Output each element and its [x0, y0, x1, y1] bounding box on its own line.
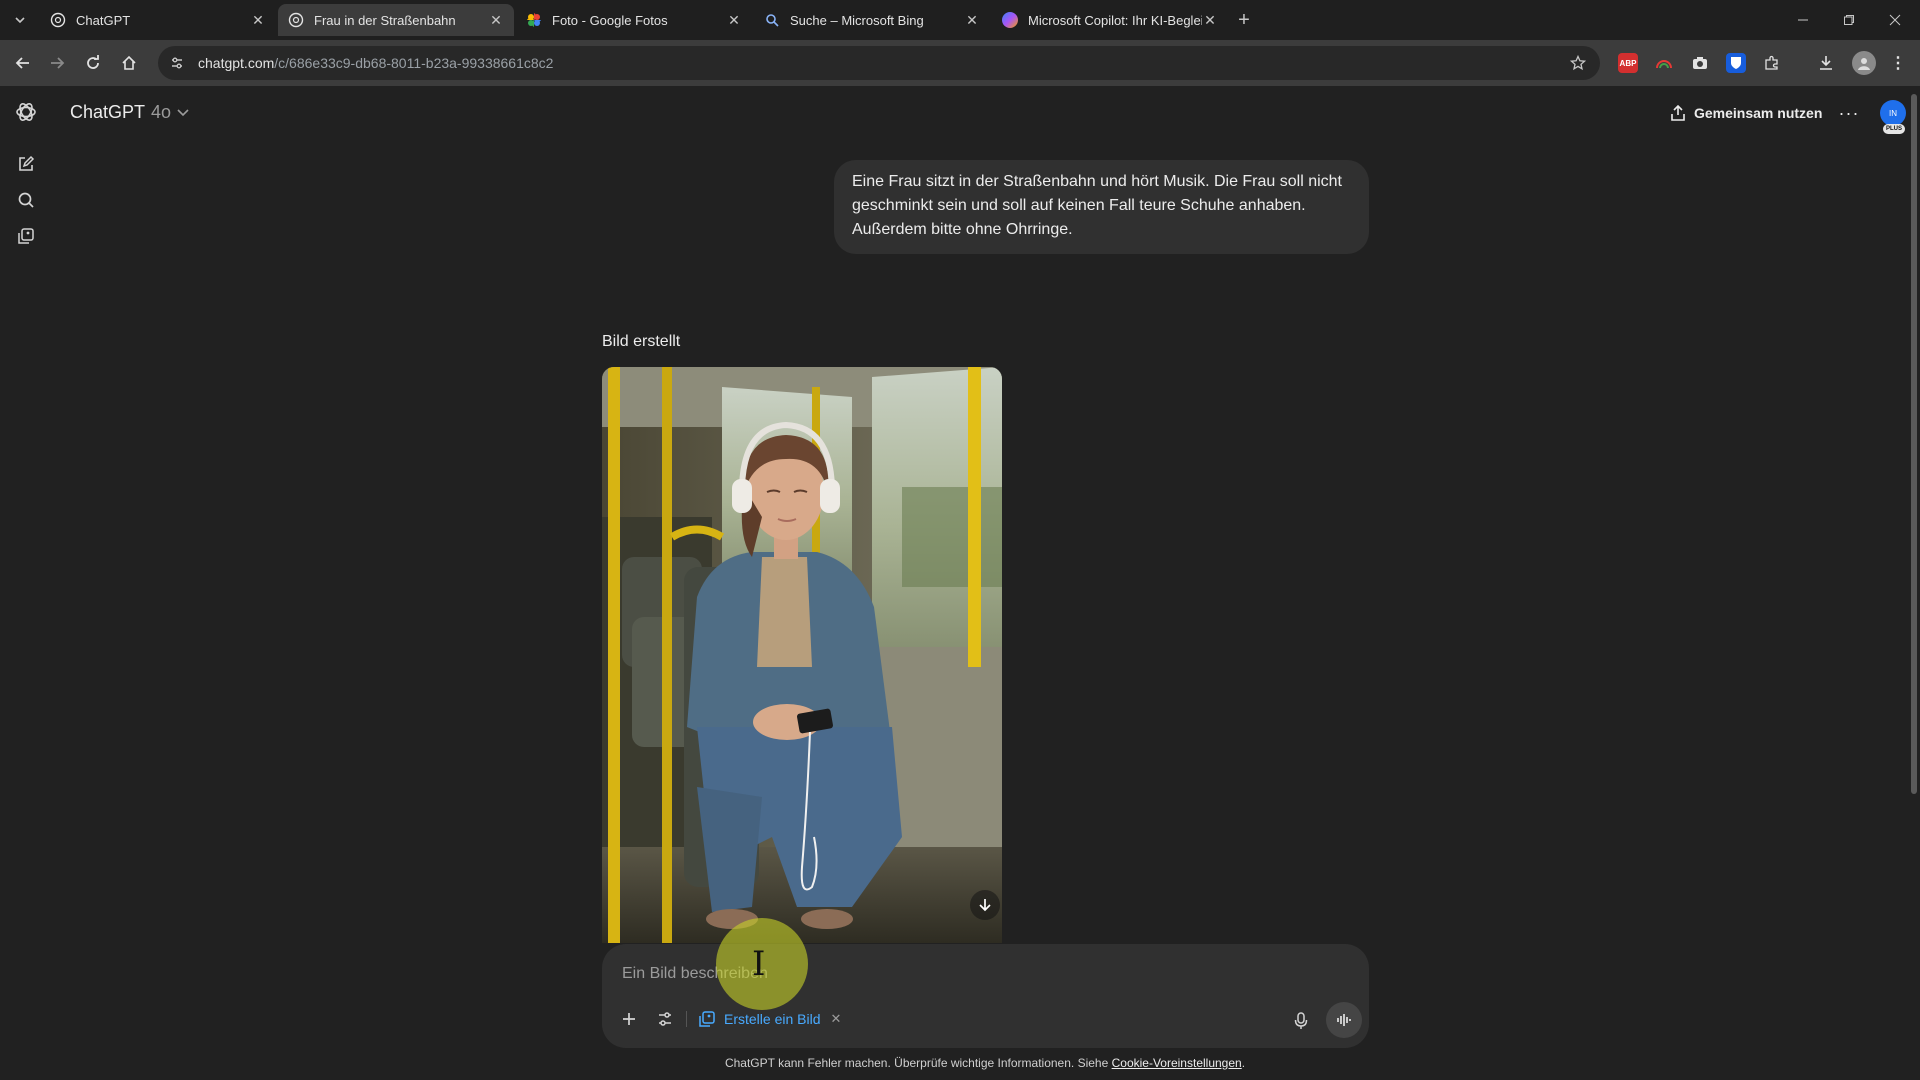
model-version: 4o — [151, 102, 172, 122]
home-icon[interactable] — [114, 48, 144, 78]
puzzle-icon[interactable] — [1762, 53, 1782, 73]
close-tab-icon[interactable]: ✕ — [250, 12, 266, 28]
minimize-window-icon[interactable] — [1780, 0, 1826, 40]
user-message-bubble: Eine Frau sitzt in der Straßenbahn und h… — [834, 160, 1369, 254]
tab-chatgpt[interactable]: ChatGPT ✕ — [40, 4, 276, 36]
tab-strip: ChatGPT ✕ Frau in der Straßenbahn ✕ Foto… — [0, 0, 1920, 40]
dictate-button[interactable] — [1286, 1006, 1316, 1036]
microphone-icon — [1294, 1012, 1308, 1029]
url-host: chatgpt.com — [198, 55, 275, 71]
openai-logo-icon[interactable] — [14, 100, 38, 124]
text-cursor-icon: I — [752, 944, 766, 984]
reload-icon[interactable] — [78, 48, 108, 78]
disclaimer-end: . — [1241, 1056, 1246, 1070]
share-label: Gemeinsam nutzen — [1694, 105, 1823, 121]
sidebar-rail — [0, 86, 52, 1080]
search-icon — [764, 12, 780, 28]
copilot-favicon — [1002, 12, 1018, 28]
generated-image[interactable] — [602, 367, 1002, 943]
restore-window-icon[interactable] — [1826, 0, 1872, 40]
share-icon — [1670, 105, 1686, 121]
model-name: ChatGPT — [70, 102, 146, 122]
tools-button[interactable] — [650, 1004, 680, 1034]
sliders-icon — [659, 1012, 671, 1026]
tram-woman-illustration — [602, 367, 1002, 943]
image-created-label: Bild erstellt — [602, 333, 681, 350]
user-avatar[interactable]: IN — [1880, 100, 1906, 126]
download-image-button[interactable] — [970, 890, 1000, 920]
close-window-icon[interactable] — [1872, 0, 1918, 40]
abp-icon[interactable]: ABP — [1618, 53, 1638, 73]
browser-toolbar: chatgpt.com/c/686e33c9-db68-8011-b23a-99… — [0, 40, 1920, 86]
download-icon[interactable] — [1816, 53, 1836, 73]
voice-waveform-icon — [1337, 1014, 1351, 1026]
plus-icon — [623, 1013, 635, 1025]
camera-icon[interactable] — [1690, 53, 1710, 73]
tab-title: Microsoft Copilot: Ihr KI-Begleit — [1028, 12, 1202, 28]
site-info-icon[interactable] — [162, 48, 192, 78]
browser-menu-icon[interactable]: ⋮ — [1888, 53, 1908, 73]
cookie-settings-link[interactable]: Cookie-Voreinstellungen — [1112, 1056, 1242, 1070]
remove-tool-icon[interactable]: ✕ — [831, 1011, 842, 1027]
close-tab-icon[interactable]: ✕ — [1202, 12, 1218, 28]
chatgpt-favicon — [50, 12, 66, 28]
image-tool-icon — [698, 1010, 716, 1028]
scrollbar-thumb[interactable] — [1911, 94, 1917, 794]
forward-icon[interactable] — [42, 48, 72, 78]
tab-title: Suche – Microsoft Bing — [790, 12, 924, 28]
close-tab-icon[interactable]: ✕ — [726, 12, 742, 28]
tab-title: ChatGPT — [76, 12, 131, 28]
page-scrollbar[interactable] — [1908, 86, 1918, 1080]
disclaimer: ChatGPT kann Fehler machen. Überprüfe wi… — [0, 1056, 1920, 1070]
url-path: /c/686e33c9-db68-8011-b23a-99338661c8c2 — [274, 55, 554, 71]
bookmark-star-icon[interactable] — [1568, 53, 1588, 73]
more-options-icon[interactable]: ··· — [1836, 100, 1862, 126]
voice-mode-button[interactable] — [1326, 1002, 1362, 1038]
disclaimer-text: ChatGPT kann Fehler machen. Überprüfe wi… — [724, 1056, 1112, 1070]
chevron-down-icon — [177, 106, 189, 120]
tab-frau-in-der-strassenbahn[interactable]: Frau in der Straßenbahn ✕ — [278, 4, 514, 36]
new-tab-button[interactable]: + — [1232, 8, 1256, 32]
address-bar[interactable]: chatgpt.com/c/686e33c9-db68-8011-b23a-99… — [158, 46, 1600, 80]
tab-title: Foto - Google Fotos — [552, 12, 668, 28]
tab-search-menu-icon[interactable] — [8, 8, 32, 32]
composer-divider — [686, 1011, 687, 1027]
library-images-icon[interactable] — [14, 224, 38, 248]
download-arrow-icon — [979, 899, 991, 912]
add-attachment-button[interactable] — [614, 1004, 644, 1034]
plus-badge: PLUS — [1883, 124, 1905, 134]
model-switcher[interactable]: ChatGPT 4o — [70, 102, 189, 123]
rainbow-icon[interactable] — [1654, 53, 1674, 73]
profile-avatar-icon[interactable] — [1852, 51, 1876, 75]
tab-copilot[interactable]: Microsoft Copilot: Ihr KI-Begleit ✕ — [992, 4, 1228, 36]
share-button[interactable]: Gemeinsam nutzen — [1670, 100, 1822, 126]
new-chat-icon[interactable] — [14, 152, 38, 176]
back-icon[interactable] — [8, 48, 38, 78]
close-tab-icon[interactable]: ✕ — [964, 12, 980, 28]
search-chats-icon[interactable] — [14, 188, 38, 212]
tab-google-fotos[interactable]: Foto - Google Fotos ✕ — [516, 4, 752, 36]
google-photos-favicon — [526, 12, 542, 28]
create-image-label: Erstelle ein Bild — [724, 1011, 821, 1027]
url-text[interactable]: chatgpt.com/c/686e33c9-db68-8011-b23a-99… — [198, 55, 553, 71]
tab-title: Frau in der Straßenbahn — [314, 12, 456, 28]
close-tab-icon[interactable]: ✕ — [488, 12, 504, 28]
bitwarden-icon[interactable] — [1726, 53, 1746, 73]
chatgpt-favicon — [288, 12, 304, 28]
tab-bing[interactable]: Suche – Microsoft Bing ✕ — [754, 4, 990, 36]
create-image-chip[interactable]: Erstelle ein Bild ✕ — [698, 1007, 841, 1031]
